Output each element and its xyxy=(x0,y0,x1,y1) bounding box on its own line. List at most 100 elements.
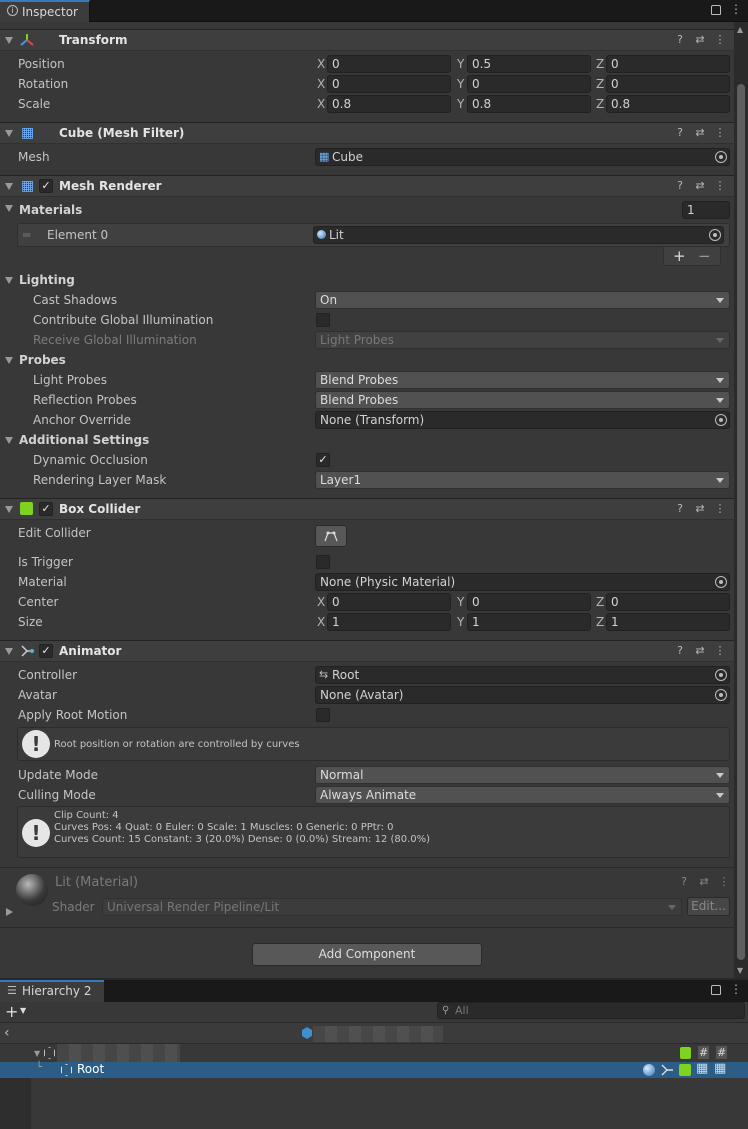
preset-icon[interactable]: ⇄ xyxy=(694,33,706,47)
help-icon[interactable]: ? xyxy=(674,179,686,193)
context-menu-icon[interactable]: ⋮ xyxy=(714,126,726,140)
mesh-renderer-header[interactable]: ▦ ✓ Mesh Renderer ? ⇄ ⋮ xyxy=(0,175,734,197)
preset-icon[interactable]: ⇄ xyxy=(694,502,706,516)
mesh-field[interactable]: ▦ Cube xyxy=(315,148,730,166)
menu-icon[interactable]: ⋮ xyxy=(730,2,742,16)
add-element-button[interactable]: + xyxy=(673,247,686,265)
culling-mode-dropdown[interactable]: Always Animate xyxy=(315,786,730,804)
enabled-checkbox[interactable]: ✓ xyxy=(39,179,53,193)
foldout-arrow-icon[interactable] xyxy=(5,37,13,44)
cast-shadows-label: Cast Shadows xyxy=(33,293,118,307)
hierarchy-tab[interactable]: ☰ Hierarchy 2 xyxy=(0,980,104,1002)
center-y-field[interactable]: 0 xyxy=(467,593,591,611)
materials-foldout-icon[interactable] xyxy=(5,205,13,212)
lighting-foldout-icon[interactable] xyxy=(5,277,13,284)
drag-handle-icon[interactable]: ═ xyxy=(23,228,30,242)
create-plus-icon[interactable]: + xyxy=(5,1002,18,1021)
object-picker-icon[interactable] xyxy=(709,229,721,241)
position-x-field[interactable]: 0 xyxy=(327,55,451,73)
transform-icon xyxy=(20,34,34,46)
size-x-field[interactable]: 1 xyxy=(327,613,451,631)
cast-shadows-dropdown[interactable]: On xyxy=(315,291,730,309)
center-x-field[interactable]: 0 xyxy=(327,593,451,611)
object-picker-icon[interactable] xyxy=(715,669,727,681)
context-menu-icon[interactable]: ⋮ xyxy=(714,502,726,516)
physic-material-field[interactable]: None (Physic Material) xyxy=(315,573,730,591)
lock-icon[interactable] xyxy=(711,5,721,15)
probes-foldout-icon[interactable] xyxy=(5,357,13,364)
dynamic-occlusion-checkbox[interactable]: ✓ xyxy=(316,453,330,467)
shader-dropdown[interactable]: Universal Render Pipeline/Lit xyxy=(102,898,682,916)
scroll-up-icon[interactable]: ▲ xyxy=(737,25,743,34)
help-icon[interactable]: ? xyxy=(678,875,690,889)
scale-x-field[interactable]: 0.8 xyxy=(327,95,451,113)
rotation-x-field[interactable]: 0 xyxy=(327,75,451,93)
expand-arrow-icon[interactable]: ▼ xyxy=(34,1049,40,1058)
animator-header[interactable]: ✓ Animator ? ⇄ ⋮ xyxy=(0,640,734,662)
box-collider-header[interactable]: ✓ Box Collider ? ⇄ ⋮ xyxy=(0,498,734,520)
add-component-button[interactable]: Add Component xyxy=(252,943,482,966)
object-picker-icon[interactable] xyxy=(715,576,727,588)
context-menu-icon[interactable]: ⋮ xyxy=(714,33,726,47)
preset-icon[interactable]: ⇄ xyxy=(694,179,706,193)
is-trigger-checkbox[interactable] xyxy=(316,555,330,569)
inspector-tab[interactable]: i Inspector xyxy=(0,0,90,22)
object-picker-icon[interactable] xyxy=(715,151,727,163)
chevron-down-icon[interactable]: ▼ xyxy=(20,1006,26,1015)
context-menu-icon[interactable]: ⋮ xyxy=(718,875,730,889)
scale-y-field[interactable]: 0.8 xyxy=(467,95,591,113)
foldout-arrow-icon[interactable] xyxy=(5,648,13,655)
help-icon[interactable]: ? xyxy=(674,644,686,658)
material-foldout-icon[interactable] xyxy=(6,908,13,916)
edit-collider-button[interactable] xyxy=(315,525,347,547)
preset-icon[interactable]: ⇄ xyxy=(698,875,710,889)
transform-header[interactable]: Transform ? ⇄ ⋮ xyxy=(0,29,734,51)
help-icon[interactable]: ? xyxy=(674,33,686,47)
foldout-arrow-icon[interactable] xyxy=(5,183,13,190)
update-mode-dropdown[interactable]: Normal xyxy=(315,766,730,784)
back-arrow-icon[interactable]: ‹ xyxy=(4,1025,10,1041)
shader-edit-button[interactable]: Edit... xyxy=(687,897,730,916)
rendering-layer-dropdown[interactable]: Layer1 xyxy=(315,471,730,489)
scroll-down-icon[interactable]: ▼ xyxy=(737,966,743,975)
center-z-field[interactable]: 0 xyxy=(606,593,730,611)
remove-element-button[interactable]: − xyxy=(698,247,711,265)
additional-settings-foldout-icon[interactable] xyxy=(5,437,13,444)
scale-z-field[interactable]: 0.8 xyxy=(606,95,730,113)
object-picker-icon[interactable] xyxy=(715,414,727,426)
help-icon[interactable]: ? xyxy=(674,502,686,516)
element0-field[interactable]: Lit xyxy=(313,226,724,244)
materials-count-field[interactable]: 1 xyxy=(682,201,730,219)
foldout-arrow-icon[interactable] xyxy=(5,506,13,513)
collider-badge-icon xyxy=(679,1064,691,1076)
size-z-field[interactable]: 1 xyxy=(606,613,730,631)
contribute-gi-checkbox[interactable] xyxy=(316,313,330,327)
reflection-probes-dropdown[interactable]: Blend Probes xyxy=(315,391,730,409)
inspector-tab-label: Inspector xyxy=(22,5,78,19)
rotation-y-field[interactable]: 0 xyxy=(467,75,591,93)
controller-field[interactable]: ⇆ Root xyxy=(315,666,730,684)
preset-icon[interactable]: ⇄ xyxy=(694,644,706,658)
apply-root-motion-checkbox[interactable] xyxy=(316,708,330,722)
context-menu-icon[interactable]: ⋮ xyxy=(714,179,726,193)
light-probes-dropdown[interactable]: Blend Probes xyxy=(315,371,730,389)
rotation-z-field[interactable]: 0 xyxy=(606,75,730,93)
position-y-field[interactable]: 0.5 xyxy=(467,55,591,73)
avatar-field[interactable]: None (Avatar) xyxy=(315,686,730,704)
foldout-arrow-icon[interactable] xyxy=(5,130,13,137)
anchor-override-field[interactable]: None (Transform) xyxy=(315,411,730,429)
hierarchy-search-input[interactable]: ⚲ All xyxy=(437,1002,745,1019)
scrollbar-thumb[interactable] xyxy=(737,84,745,960)
help-icon[interactable]: ? xyxy=(674,126,686,140)
enabled-checkbox[interactable]: ✓ xyxy=(39,502,53,516)
hierarchy-row-root[interactable]: └ Root ▦ ▦ xyxy=(0,1061,748,1078)
preset-icon[interactable]: ⇄ xyxy=(694,126,706,140)
enabled-checkbox[interactable]: ✓ xyxy=(39,644,53,658)
mesh-filter-header[interactable]: ▦ Cube (Mesh Filter) ? ⇄ ⋮ xyxy=(0,122,734,144)
lock-icon[interactable] xyxy=(711,985,721,995)
position-z-field[interactable]: 0 xyxy=(606,55,730,73)
menu-icon[interactable]: ⋮ xyxy=(730,982,742,996)
size-y-field[interactable]: 1 xyxy=(467,613,591,631)
context-menu-icon[interactable]: ⋮ xyxy=(714,644,726,658)
object-picker-icon[interactable] xyxy=(715,689,727,701)
